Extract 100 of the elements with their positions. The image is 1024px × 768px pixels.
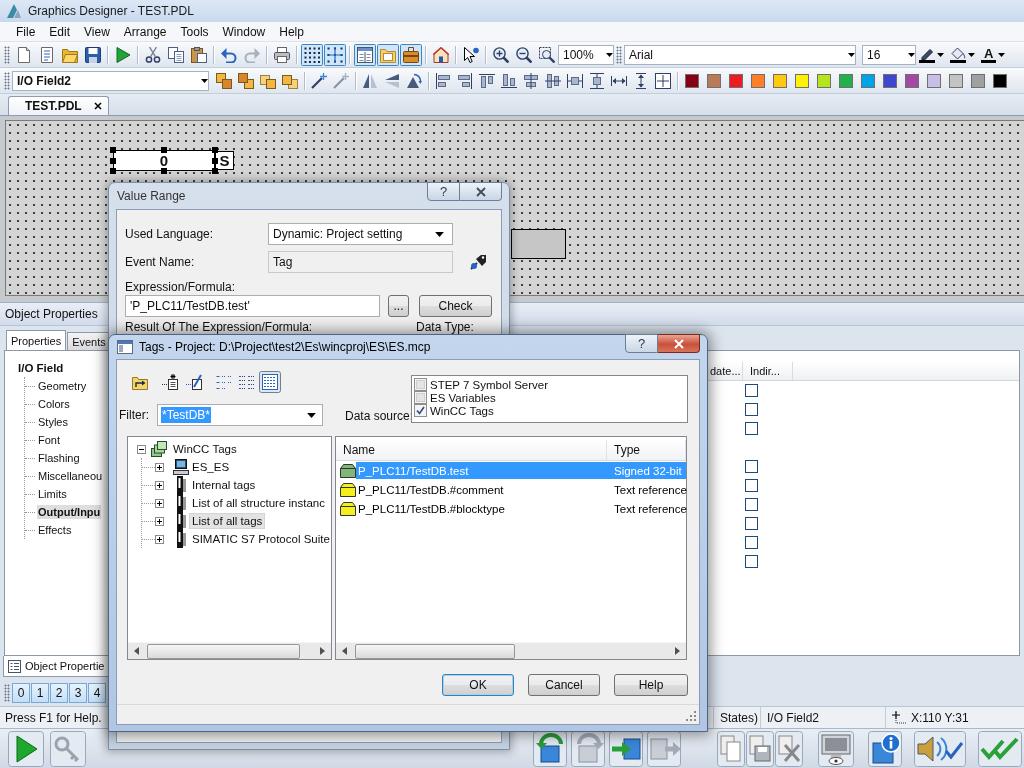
- color-swatch-icon[interactable]: [905, 73, 919, 88]
- same-size-icon[interactable]: [655, 72, 671, 89]
- tree-item[interactable]: Flashing: [37, 451, 81, 465]
- copy-icon[interactable]: [167, 46, 184, 63]
- color-swatch-icon[interactable]: [993, 73, 1007, 88]
- tree-item[interactable]: List of all tags: [189, 513, 266, 529]
- list-view-icon[interactable]: [238, 374, 255, 390]
- undo-icon[interactable]: [220, 46, 237, 63]
- tree-item[interactable]: Effects: [37, 523, 73, 537]
- panel-tab[interactable]: Object Propertie: [3, 656, 110, 677]
- checkbox[interactable]: [745, 422, 758, 435]
- expression-input[interactable]: 'P_PLC11/TestDB.test': [125, 295, 380, 317]
- scroll-left-icon[interactable]: [134, 647, 139, 655]
- color-swatch-icon[interactable]: [861, 73, 875, 88]
- close-icon[interactable]: [93, 102, 102, 110]
- double-check-icon[interactable]: [978, 730, 1022, 767]
- tab[interactable]: Events: [67, 332, 111, 350]
- horizontal-scrollbar[interactable]: [128, 642, 331, 659]
- menu-item[interactable]: Tools: [173, 22, 216, 41]
- tree-item[interactable]: Geometry: [37, 379, 88, 393]
- color-swatch-icon[interactable]: [707, 73, 721, 88]
- tree-item[interactable]: WinCC Tags: [170, 441, 240, 457]
- folder-icon[interactable]: [61, 46, 78, 63]
- expand-icon[interactable]: [155, 462, 164, 472]
- align-top-icon[interactable]: [479, 72, 495, 89]
- scrollbar-thumb[interactable]: [147, 643, 300, 659]
- color-swatch-icon[interactable]: [817, 73, 831, 88]
- flip-vertical-icon[interactable]: [362, 72, 378, 89]
- scrollbar-thumb[interactable]: [355, 643, 515, 659]
- browse-button[interactable]: ...: [388, 295, 409, 317]
- object-combobox[interactable]: I/O Field2: [12, 70, 209, 91]
- menu-item[interactable]: File: [9, 22, 43, 41]
- tree-item[interactable]: ES_ES: [189, 459, 233, 475]
- caret-icon[interactable]: [937, 52, 944, 57]
- tag-connect-icon[interactable]: [470, 254, 486, 270]
- dialog-button[interactable]: Help: [614, 674, 688, 696]
- menu-item[interactable]: Arrange: [116, 22, 174, 41]
- checkbox[interactable]: [745, 384, 758, 397]
- toolbox-icon[interactable]: [399, 43, 422, 66]
- dialog-button[interactable]: Cancel: [528, 674, 600, 696]
- layer-button[interactable]: 1: [31, 683, 49, 703]
- menu-item[interactable]: View: [77, 22, 117, 41]
- checkbox[interactable]: [745, 403, 758, 416]
- send-backward-icon[interactable]: [282, 72, 298, 89]
- snap-grid-icon[interactable]: [323, 43, 346, 66]
- menu-item[interactable]: Edit: [42, 22, 78, 41]
- expand-icon[interactable]: [155, 498, 164, 508]
- dropdown-arrow-icon[interactable]: [201, 78, 208, 83]
- expand-icon[interactable]: [155, 534, 164, 544]
- same-height-icon[interactable]: [633, 72, 649, 89]
- color-swatch-icon[interactable]: [773, 73, 787, 88]
- paint-bucket-icon[interactable]: [950, 46, 966, 63]
- column-header[interactable]: Indir...: [743, 362, 793, 380]
- center-horizontal-icon[interactable]: [523, 72, 539, 89]
- scroll-right-icon[interactable]: [320, 647, 325, 655]
- flip-horizontal-icon[interactable]: [384, 72, 400, 89]
- dot-grid-icon[interactable]: [300, 43, 323, 66]
- expand-icon[interactable]: [155, 480, 164, 490]
- checkbox[interactable]: [414, 404, 427, 417]
- column-header[interactable]: Name: [336, 440, 607, 460]
- color-swatch-icon[interactable]: [949, 73, 963, 88]
- dropdown-arrow-icon[interactable]: [435, 231, 444, 237]
- tree-item[interactable]: Internal tags: [189, 477, 259, 493]
- caret-icon[interactable]: [968, 52, 975, 57]
- scroll-right-icon[interactable]: [675, 647, 680, 655]
- zoom-out-icon[interactable]: [515, 46, 532, 63]
- document-tab[interactable]: TEST.PDL: [8, 96, 109, 115]
- scroll-left-icon[interactable]: [342, 647, 347, 655]
- color-swatch-icon[interactable]: [729, 73, 743, 88]
- rotate-icon[interactable]: [406, 72, 422, 89]
- column-header[interactable]: Type: [607, 440, 686, 460]
- color-swatch-icon[interactable]: [795, 73, 809, 88]
- font-size-combobox[interactable]: 16: [862, 44, 916, 65]
- tree-item[interactable]: I/O Field: [18, 359, 108, 377]
- tree-item[interactable]: Font: [37, 433, 61, 447]
- magic-wand-icon[interactable]: [311, 72, 327, 89]
- paste-icon[interactable]: [190, 46, 207, 63]
- page-lines-icon[interactable]: [38, 46, 55, 63]
- tree-item[interactable]: Output/Inpu: [37, 505, 102, 519]
- caret-icon[interactable]: [998, 52, 1006, 57]
- folder-up-icon[interactable]: [132, 374, 148, 390]
- list-row[interactable]: P_PLC11/TestDB.#comment Text reference: [336, 480, 686, 499]
- align-bottom-icon[interactable]: [501, 72, 517, 89]
- checkbox[interactable]: [745, 498, 758, 511]
- checkbox[interactable]: [414, 391, 427, 404]
- zoom-area-icon[interactable]: [538, 46, 555, 63]
- tree-item[interactable]: List of all structure instanc: [189, 495, 328, 511]
- property-sheet-icon[interactable]: [353, 43, 376, 66]
- document-save-icon[interactable]: [746, 730, 774, 767]
- folder-document-icon[interactable]: [376, 43, 399, 66]
- font-combobox[interactable]: Arial: [624, 44, 856, 65]
- align-left-icon[interactable]: [435, 72, 451, 89]
- new-tag-icon[interactable]: [162, 374, 178, 390]
- tab[interactable]: Properties: [6, 330, 67, 350]
- tree-item[interactable]: Miscellaneou: [37, 469, 104, 483]
- pen-icon[interactable]: [919, 46, 935, 63]
- save-icon[interactable]: [84, 46, 101, 63]
- send-to-back-icon[interactable]: [238, 72, 254, 89]
- checkbox[interactable]: [745, 460, 758, 473]
- scissors-icon[interactable]: [144, 46, 161, 63]
